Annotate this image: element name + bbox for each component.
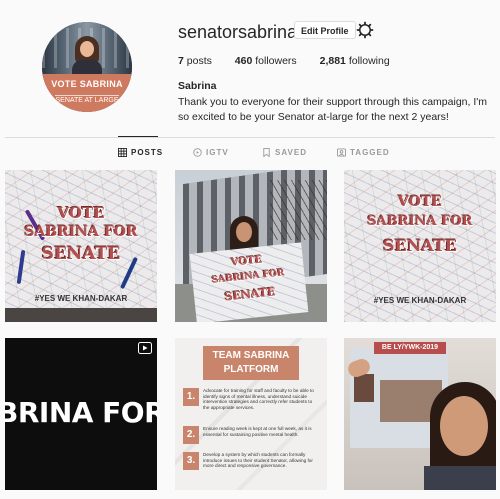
edit-profile-button[interactable]: Edit Profile (294, 21, 356, 39)
tab-saved-label: SAVED (275, 148, 307, 157)
profile-bio: Thank you to everyone for their support … (178, 96, 488, 123)
poster-line-2: SABRINA FOR (24, 224, 138, 240)
person-shirt (424, 466, 496, 490)
poster-hashtag: #YES WE KHAN-DAKAR (373, 296, 467, 305)
video-icon (138, 342, 152, 354)
poster-line-1: VOTE (57, 204, 105, 222)
profile-username: senatorsabrina (178, 22, 298, 42)
poster-line-3: SENATE (382, 236, 457, 255)
profile-stats: 7 posts 460 followers 2,881 following (178, 55, 410, 67)
post-thumbnail-video[interactable]: BRINA FOR SEN (5, 338, 157, 490)
profile-avatar[interactable]: VOTE SABRINA SENATE AT LARGE (42, 22, 132, 112)
board-label: BE LY/YWK-2019 (374, 342, 446, 354)
igtv-icon (193, 148, 202, 157)
held-poster: VOTE SABRINA FOR SENATE (189, 242, 309, 322)
tree (270, 180, 327, 240)
avatar-banner: VOTE SABRINA SENATE AT LARGE (42, 74, 132, 112)
pinned-photo (354, 374, 374, 402)
tab-igtv[interactable]: IGTV (193, 148, 229, 157)
tab-igtv-label: IGTV (206, 148, 229, 157)
bookmark-icon (263, 148, 270, 157)
poster-hashtag: #YES WE KHAN-DAKAR (34, 294, 128, 303)
profile-full-name: Sabrina (178, 80, 217, 92)
grid-icon (118, 148, 127, 157)
post-thumbnail[interactable]: BE LY/YWK-2019 (344, 338, 496, 490)
table-surface (5, 308, 157, 322)
poster-line-2: SABRINA FOR (367, 214, 473, 229)
person-face (236, 222, 252, 242)
tab-posts[interactable]: POSTS (118, 148, 163, 157)
active-tab-indicator (118, 136, 158, 137)
poster-line-1: VOTE (398, 194, 442, 210)
post-thumbnail[interactable]: VOTE SABRINA FOR SENATE #YES WE KHAN-DAK… (344, 170, 496, 322)
platform-item: 2. Ensure reading week is kept at one fu… (183, 426, 319, 450)
following-link[interactable]: 2,881 following (320, 55, 390, 67)
avatar-banner-title: VOTE SABRINA (51, 79, 123, 89)
tabs-divider (5, 137, 495, 138)
platform-title: TEAM SABRINA PLATFORM (203, 346, 299, 380)
gear-icon[interactable] (356, 21, 374, 39)
post-thumbnail[interactable]: TEAM SABRINA PLATFORM 1. Advocate for tr… (175, 338, 327, 490)
avatar-banner-subtitle: SENATE AT LARGE (55, 95, 119, 104)
poster-line-3: SENATE (41, 244, 121, 264)
person-face (440, 396, 488, 456)
platform-item: 3. Develop a system by which students ca… (183, 452, 319, 482)
tab-posts-label: POSTS (131, 148, 164, 157)
post-thumbnail[interactable]: VOTE SABRINA FOR SENATE (175, 170, 327, 322)
posts-count: 7 posts (178, 55, 212, 67)
followers-link[interactable]: 460 followers (235, 55, 297, 67)
platform-item: 1. Advocate for training for staff and f… (183, 388, 319, 424)
tab-tagged[interactable]: TAGGED (337, 148, 390, 157)
tab-saved[interactable]: SAVED (262, 148, 307, 157)
tab-tagged-label: TAGGED (350, 148, 390, 157)
post-thumbnail[interactable]: VOTE SABRINA FOR SENATE #YES WE KHAN-DAK… (5, 170, 157, 322)
tagged-icon (337, 148, 346, 157)
video-frame-text: BRINA FOR SEN (5, 396, 157, 429)
